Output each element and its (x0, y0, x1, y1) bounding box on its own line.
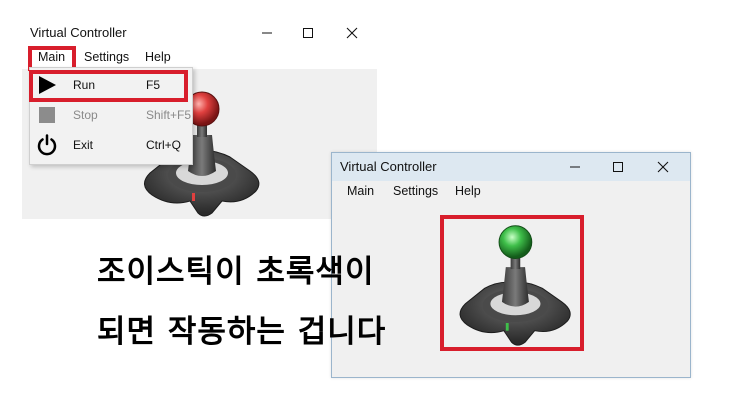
maximize-button[interactable] (287, 19, 329, 47)
title-bar[interactable]: Virtual Controller (22, 19, 377, 47)
close-button[interactable] (642, 153, 684, 181)
exit-label: Exit (73, 138, 94, 152)
caption-line-1: 조이스틱이 초록색이 (97, 254, 375, 290)
minimize-icon (262, 32, 272, 34)
stop-label: Stop (73, 108, 98, 122)
minimize-button[interactable] (554, 153, 596, 181)
run-item-highlight (29, 70, 188, 102)
window-title: Virtual Controller (340, 159, 437, 174)
caption-line-2: 되면 작동하는 겁니다 (97, 314, 387, 350)
close-button[interactable] (331, 19, 373, 47)
menu-settings[interactable]: Settings (393, 184, 438, 198)
joystick-highlight (440, 215, 584, 351)
power-icon (37, 134, 57, 156)
stop-icon (39, 107, 55, 123)
maximize-button[interactable] (597, 153, 639, 181)
menu-help[interactable]: Help (145, 50, 171, 64)
stop-shortcut: Shift+F5 (146, 108, 192, 122)
minimize-button[interactable] (246, 19, 288, 47)
close-icon (346, 27, 358, 39)
close-icon (657, 161, 669, 173)
title-bar[interactable]: Virtual Controller (332, 153, 690, 181)
maximize-icon (613, 162, 623, 172)
menu-help[interactable]: Help (455, 184, 481, 198)
menu-main[interactable]: Main (347, 184, 374, 198)
window-title: Virtual Controller (30, 25, 127, 40)
minimize-icon (570, 166, 580, 168)
menu-bar: Main Settings Help (332, 181, 690, 203)
exit-shortcut: Ctrl+Q (146, 138, 182, 152)
maximize-icon (303, 28, 313, 38)
menu-item-exit[interactable]: Exit Ctrl+Q (30, 130, 190, 160)
menu-settings[interactable]: Settings (84, 50, 129, 64)
menu-item-stop[interactable]: Stop Shift+F5 (30, 100, 192, 130)
